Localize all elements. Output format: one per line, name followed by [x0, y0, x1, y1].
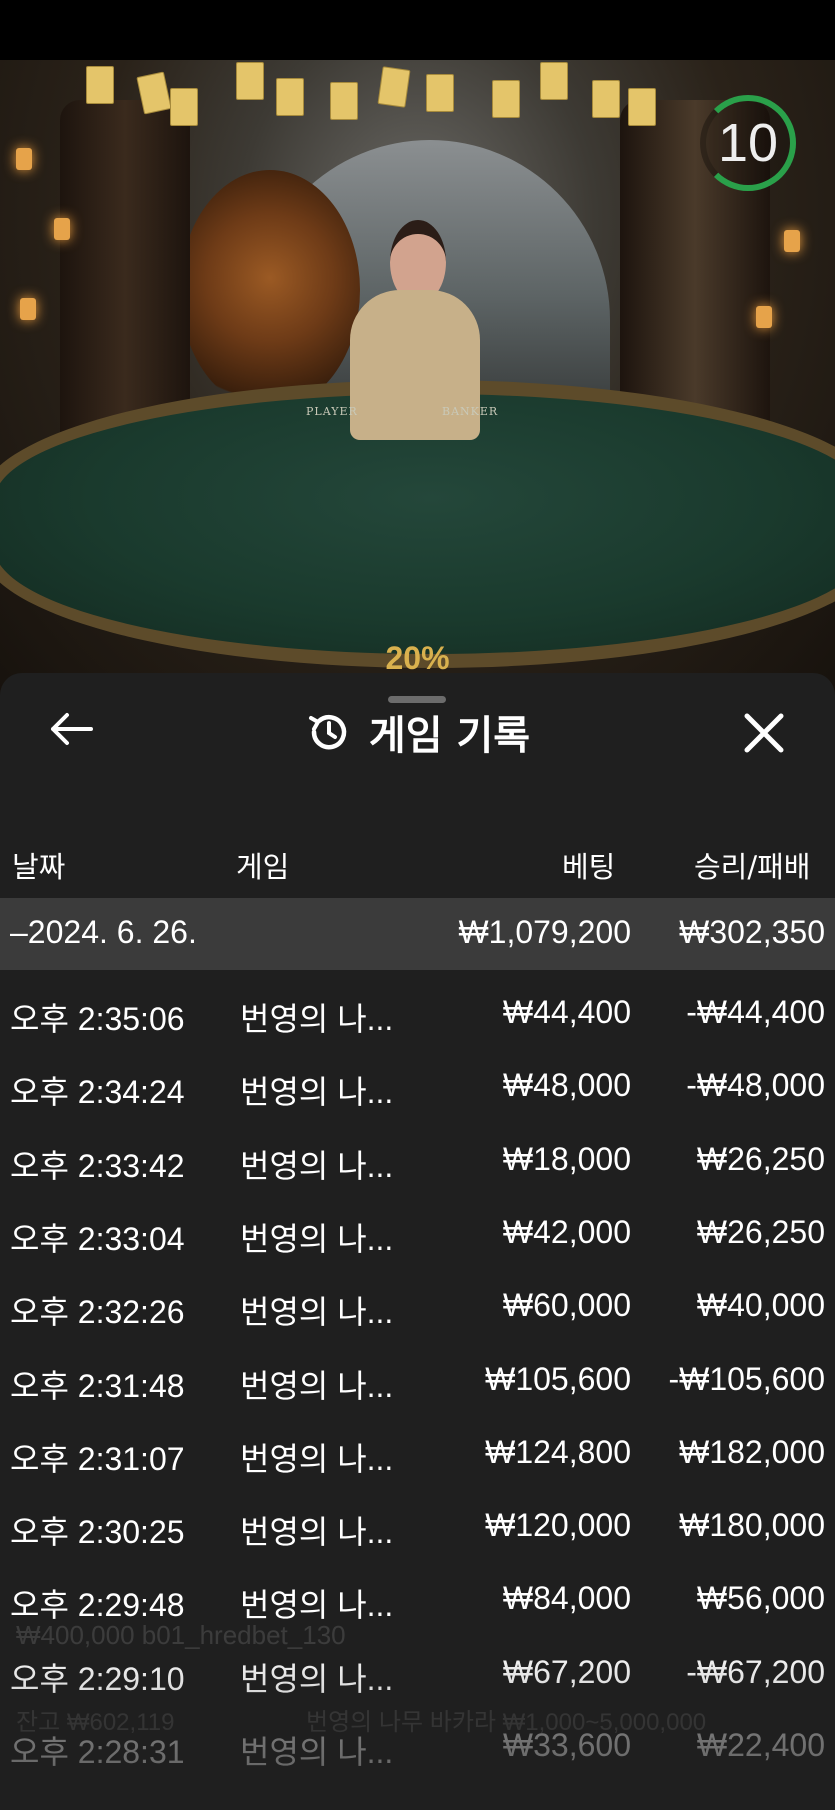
row-bet: ₩105,600	[485, 1360, 631, 1397]
row-time: 오후 2:33:04	[10, 1220, 185, 1257]
lantern-icon	[54, 218, 70, 240]
status-bar	[0, 0, 835, 60]
row-time: 오후 2:34:24	[10, 1074, 185, 1111]
felt-label-banker: BANKER	[442, 405, 499, 418]
countdown-timer: 10	[700, 95, 796, 191]
row-bet: ₩48,000	[502, 1067, 631, 1104]
column-header-game: 게임	[236, 850, 290, 884]
row-game: 번영의 나...	[240, 1440, 394, 1477]
table-row[interactable]: 오후 2:29:10 번영의 나... ₩67,200 -₩67,200	[0, 1638, 835, 1710]
row-game: 번영의 나...	[240, 1514, 394, 1551]
row-result: ₩26,250	[696, 1140, 825, 1177]
row-game: 번영의 나...	[240, 1147, 394, 1184]
table-row[interactable]: 오후 2:28:31 번영의 나... ₩33,600 ₩22,400	[0, 1711, 835, 1783]
row-result: ₩26,250	[696, 1213, 825, 1250]
row-result: -₩44,400	[686, 994, 825, 1030]
date-group-label: –2024. 6. 26.	[10, 914, 197, 950]
column-header-date: 날짜	[12, 850, 66, 884]
table-row[interactable]: 오후 2:33:04 번영의 나... ₩42,000 ₩26,250	[0, 1198, 835, 1270]
row-bet: ₩120,000	[485, 1507, 631, 1544]
table-row[interactable]: 오후 2:35:06 번영의 나... ₩44,400 -₩44,400	[0, 978, 835, 1050]
row-bet: ₩42,000	[502, 1213, 631, 1250]
close-icon	[744, 713, 784, 753]
row-time: 오후 2:33:42	[10, 1147, 185, 1184]
hanging-card-icon	[426, 74, 454, 112]
row-time: 오후 2:31:48	[10, 1367, 185, 1404]
row-time: 오후 2:29:48	[10, 1587, 185, 1624]
percent-indicator: 20%	[385, 640, 450, 676]
row-game: 번영의 나...	[240, 1660, 394, 1697]
row-time: 오후 2:31:07	[10, 1440, 185, 1477]
drag-handle[interactable]	[388, 696, 446, 703]
row-time: 오후 2:35:06	[10, 1001, 185, 1037]
table-row[interactable]: 오후 2:33:42 번영의 나... ₩18,000 ₩26,250	[0, 1125, 835, 1197]
timer-value: 10	[717, 113, 779, 173]
hanging-card-icon	[236, 62, 264, 100]
table-row[interactable]: 오후 2:31:48 번영의 나... ₩105,600 -₩105,600	[0, 1345, 835, 1417]
lantern-icon	[16, 148, 32, 170]
row-result: ₩40,000	[696, 1287, 825, 1324]
hanging-card-icon	[540, 62, 568, 100]
row-result: -₩48,000	[686, 1067, 825, 1104]
date-group-row[interactable]: –2024. 6. 26. ₩1,079,200 ₩302,350	[0, 898, 835, 970]
row-result: -₩105,600	[668, 1360, 825, 1397]
hanging-card-icon	[170, 88, 198, 126]
close-button[interactable]	[738, 707, 790, 759]
sheet-header: 게임 기록	[0, 703, 835, 761]
row-result: -₩67,200	[686, 1653, 825, 1690]
hanging-card-icon	[492, 80, 520, 118]
row-result: ₩56,000	[696, 1580, 825, 1617]
felt-label-player: PLAYER	[306, 405, 358, 418]
hanging-card-icon	[86, 66, 114, 104]
table-row[interactable]: 오후 2:31:07 번영의 나... ₩124,800 ₩182,000	[0, 1418, 835, 1490]
row-result: ₩180,000	[679, 1507, 825, 1544]
row-time: 오후 2:30:25	[10, 1514, 185, 1551]
row-result: ₩22,400	[696, 1727, 825, 1763]
row-game: 번영의 나...	[240, 1294, 394, 1331]
date-group-bet-total: ₩1,079,200	[458, 914, 631, 950]
lantern-icon	[784, 230, 800, 252]
row-game: 번영의 나...	[240, 1367, 394, 1404]
table-row[interactable]: 오후 2:32:26 번영의 나... ₩60,000 ₩40,000	[0, 1271, 835, 1343]
column-header-result: 승리/패배	[694, 850, 811, 884]
row-bet: ₩44,400	[502, 994, 631, 1030]
lantern-icon	[20, 298, 36, 320]
row-time: 오후 2:32:26	[10, 1294, 185, 1331]
row-bet: ₩60,000	[502, 1287, 631, 1324]
date-group-result-total: ₩302,350	[679, 914, 825, 950]
row-game: 번영의 나...	[240, 1001, 394, 1037]
table-row[interactable]: 오후 2:29:48 번영의 나... ₩84,000 ₩56,000	[0, 1564, 835, 1636]
column-headers: 날짜 게임 베팅 승리/패배	[0, 836, 835, 886]
row-result: ₩182,000	[679, 1433, 825, 1470]
row-bet: ₩33,600	[502, 1727, 631, 1763]
lantern-icon	[756, 306, 772, 328]
row-bet: ₩124,800	[485, 1433, 631, 1470]
column-header-bet: 베팅	[562, 850, 616, 884]
row-time: 오후 2:28:31	[10, 1734, 185, 1770]
row-bet: ₩84,000	[502, 1580, 631, 1617]
row-game: 번영의 나...	[240, 1220, 394, 1257]
history-clock-icon	[308, 715, 347, 750]
hanging-card-icon	[592, 80, 620, 118]
hanging-card-icon	[330, 82, 358, 120]
row-bet: ₩18,000	[502, 1140, 631, 1177]
row-bet: ₩67,200	[502, 1653, 631, 1690]
hanging-card-icon	[377, 66, 411, 108]
hanging-card-icon	[276, 78, 304, 116]
row-game: 번영의 나...	[240, 1734, 394, 1770]
row-game: 번영의 나...	[240, 1587, 394, 1624]
row-time: 오후 2:29:10	[10, 1660, 185, 1697]
table-row[interactable]: 오후 2:34:24 번영의 나... ₩48,000 -₩48,000	[0, 1051, 835, 1123]
row-game: 번영의 나...	[240, 1074, 394, 1111]
autumn-tree	[180, 170, 360, 410]
hanging-card-icon	[628, 88, 656, 126]
page-title: 게임 기록	[368, 713, 531, 759]
table-row[interactable]: 오후 2:30:25 번영의 나... ₩120,000 ₩180,000	[0, 1491, 835, 1563]
